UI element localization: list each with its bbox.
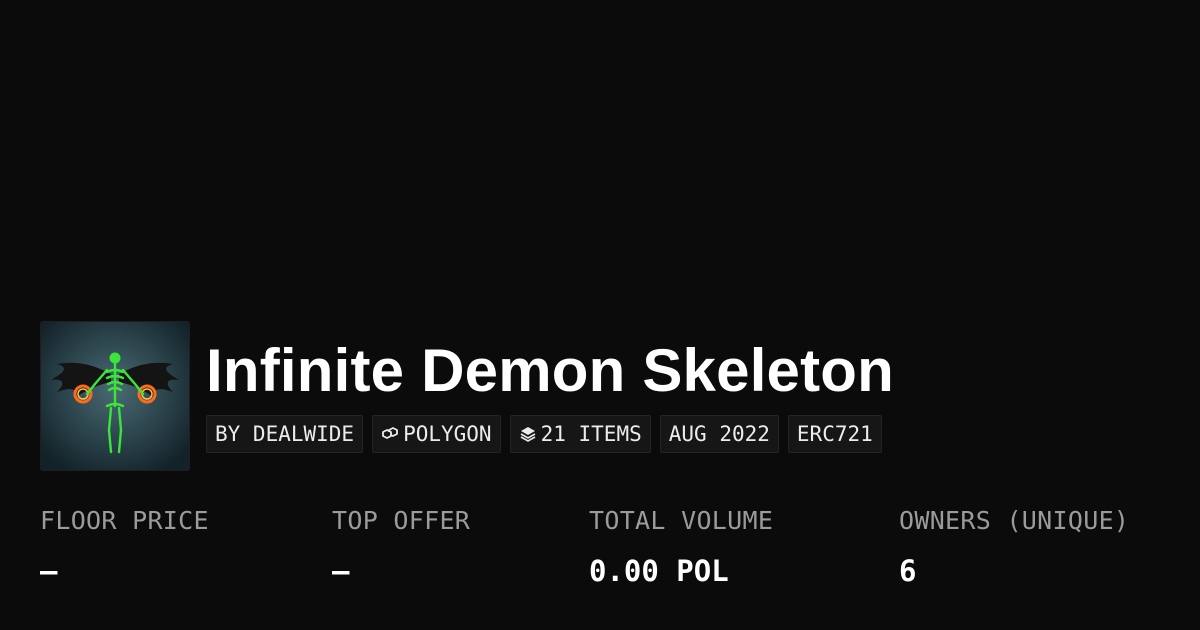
floor-price-stat: FLOOR PRICE – xyxy=(40,504,209,588)
collection-share-card: Infinite Demon Skeleton BY DEALWIDE POLY… xyxy=(0,0,1200,630)
polygon-icon xyxy=(381,425,399,443)
collection-avatar xyxy=(40,321,190,471)
total-volume-value: 0.00 POL xyxy=(589,554,729,588)
chain-tag[interactable]: POLYGON xyxy=(372,415,501,453)
collection-title: Infinite Demon Skeleton xyxy=(206,337,895,404)
owners-stat: OWNERS (UNIQUE) 6 xyxy=(899,504,1129,588)
owners-label: OWNERS (UNIQUE) xyxy=(899,506,1130,535)
top-offer-stat: TOP OFFER – xyxy=(332,504,470,588)
items-label: 21 ITEMS xyxy=(540,422,642,446)
chain-label: POLYGON xyxy=(403,422,492,446)
owners-value: 6 xyxy=(899,554,917,588)
floor-price-label: FLOOR PRICE xyxy=(40,506,209,535)
items-tag: 21 ITEMS xyxy=(509,415,651,453)
winged-skeleton-image xyxy=(41,322,189,470)
top-offer-label: TOP OFFER xyxy=(332,506,471,535)
total-volume-stat: TOTAL VOLUME 0.00 POL xyxy=(589,504,773,588)
layers-icon xyxy=(519,425,537,443)
standard-label: ERC721 xyxy=(796,422,873,446)
date-label: AUG 2022 xyxy=(668,422,770,446)
top-offer-value: – xyxy=(332,554,350,588)
standard-tag: ERC721 xyxy=(787,415,882,453)
collection-stats: FLOOR PRICE – TOP OFFER – TOTAL VOLUME 0… xyxy=(0,504,1200,604)
creator-tag[interactable]: BY DEALWIDE xyxy=(206,415,364,453)
floor-price-value: – xyxy=(40,554,58,588)
collection-tags: BY DEALWIDE POLYGON 21 ITEMS AUG 2022 ER… xyxy=(206,415,882,453)
total-volume-label: TOTAL VOLUME xyxy=(589,506,774,535)
date-tag: AUG 2022 xyxy=(659,415,779,453)
creator-label: BY DEALWIDE xyxy=(215,422,355,446)
